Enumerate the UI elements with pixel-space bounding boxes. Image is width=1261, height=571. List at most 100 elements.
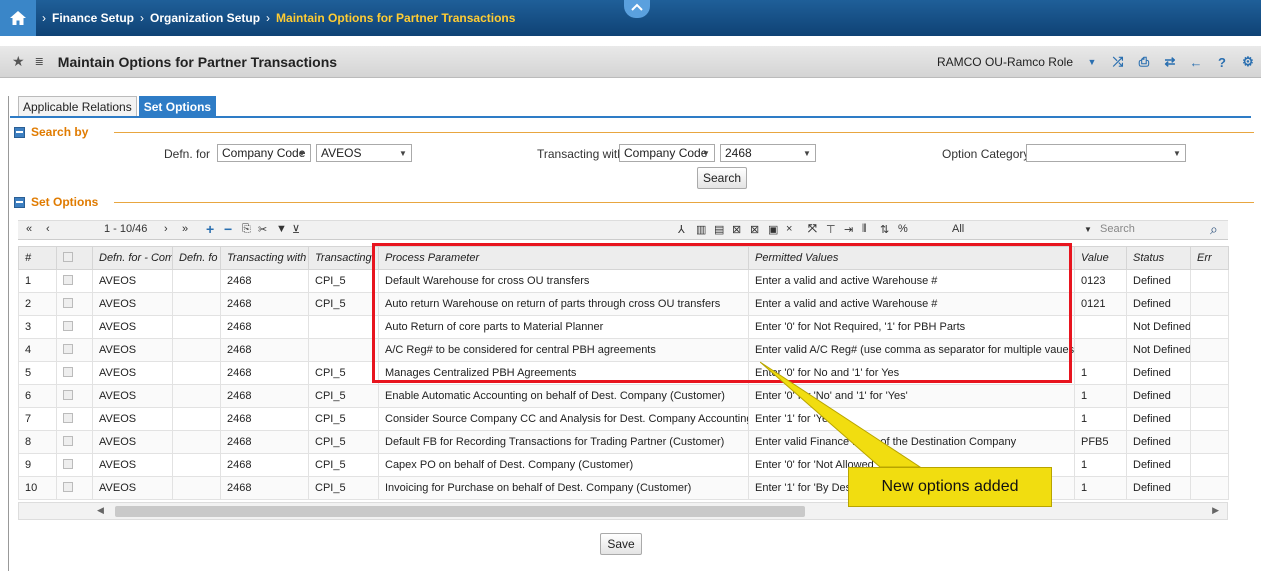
table-cell[interactable]: CPI_5 [308,453,379,477]
role-selector[interactable]: RAMCO OU-Ramco Role [937,55,1073,69]
table-cell[interactable]: 3 [18,315,57,339]
last-page-icon[interactable]: » [182,223,188,235]
excel-icon[interactable]: ⊠ [732,223,741,236]
table-cell[interactable] [1190,453,1229,477]
table-cell[interactable]: 2 [18,292,57,316]
chart-icon[interactable]: ▥ [696,223,706,236]
scroll-thumb[interactable] [115,506,805,517]
table-cell[interactable]: 10 [18,476,57,500]
collapse-icon[interactable] [14,126,25,138]
table-cell[interactable]: 5 [18,361,57,385]
cut-icon[interactable]: ✂ [258,223,267,236]
table-cell[interactable]: 2468 [220,430,309,454]
table-cell[interactable]: AVEOS [92,407,173,431]
table-cell[interactable]: CPI_5 [308,430,379,454]
row-checkbox[interactable] [63,481,73,492]
table-cell[interactable] [1190,315,1229,339]
table-cell[interactable]: CPI_5 [308,361,379,385]
table-cell[interactable]: 1 [1074,453,1127,477]
filter-value[interactable]: All [952,223,964,235]
row-checkbox[interactable] [63,297,73,308]
table-cell[interactable] [56,361,93,385]
database-icon[interactable]: ▤ [714,223,724,236]
chevron-down-icon[interactable]: ▼ [294,145,310,161]
chevron-down-icon[interactable]: ▼ [1084,225,1092,234]
table-cell[interactable]: Default FB for Recording Transactions fo… [378,430,749,454]
table-cell[interactable] [172,384,221,408]
table-cell[interactable]: 9 [18,453,57,477]
company-select[interactable]: AVEOS ▼ [316,144,412,162]
column-header[interactable]: Transacting with [220,246,309,270]
table-cell[interactable] [56,315,93,339]
transacting-select[interactable]: Company Code ▼ [619,144,715,162]
add-row-icon[interactable]: + [206,221,214,237]
row-checkbox[interactable] [63,343,73,354]
table-row[interactable]: 5 AVEOS 2468 CPI_5 Manages Centralized PBH A… [18,361,1229,385]
table-cell[interactable] [1190,430,1229,454]
table-cell[interactable] [56,292,93,316]
table-cell[interactable]: AVEOS [92,338,173,362]
table-cell[interactable]: Defined [1126,269,1191,293]
table-cell[interactable] [1190,361,1229,385]
table-cell[interactable]: CPI_5 [308,407,379,431]
table-cell[interactable] [172,269,221,293]
table-cell[interactable]: Enter valid A/C Reg# (use comma as separ… [748,338,1075,362]
table-cell[interactable]: Defined [1126,453,1191,477]
table-cell[interactable]: AVEOS [92,269,173,293]
table-cell[interactable]: 1 [1074,384,1127,408]
table-cell[interactable]: AVEOS [92,384,173,408]
table-cell[interactable]: 2468 [220,361,309,385]
table-cell[interactable]: 7 [18,407,57,431]
table-cell[interactable]: PFB5 [1074,430,1127,454]
sort-icon[interactable]: ⇅ [880,223,889,236]
grid-search-input[interactable]: Search [1100,223,1135,235]
table-cell[interactable] [308,315,379,339]
table-cell[interactable]: Defined [1126,361,1191,385]
column-header[interactable]: Value [1074,246,1127,270]
table-cell[interactable]: AVEOS [92,361,173,385]
chevron-down-icon[interactable]: ▼ [395,145,411,161]
table-cell[interactable]: 1 [1074,476,1127,500]
clear-filter-icon[interactable]: ⊻ [292,223,300,236]
table-row[interactable]: 8 AVEOS 2468 CPI_5 Default FB for Recording … [18,430,1229,454]
row-checkbox[interactable] [63,412,73,423]
table-cell[interactable] [172,292,221,316]
chevron-down-icon[interactable]: ▼ [698,145,714,161]
table-cell[interactable] [172,430,221,454]
next-page-icon[interactable]: › [164,223,168,235]
percent-icon[interactable]: % [898,223,908,235]
back-arrow-icon[interactable]: ← [1183,55,1209,70]
table-cell[interactable] [172,338,221,362]
table-cell[interactable]: Capex PO on behalf of Dest. Company (Cus… [378,453,749,477]
table-cell[interactable] [1190,338,1229,362]
help-icon[interactable]: ? [1209,55,1235,70]
table-cell[interactable]: Invoicing for Purchase on behalf of Dest… [378,476,749,500]
column-header[interactable] [56,246,93,270]
collapse-header-icon[interactable] [624,0,650,18]
table-row[interactable]: 4 AVEOS 2468 A/C Reg# to be considered for … [18,338,1229,362]
select-all-checkbox[interactable] [63,251,73,262]
table-cell[interactable]: Enter a valid and active Warehouse # [748,292,1075,316]
table-cell[interactable] [56,430,93,454]
table-cell[interactable]: 1 [1074,407,1127,431]
expand-icon[interactable]: ⤧ [808,223,817,236]
first-page-icon[interactable]: « [26,223,32,235]
delete-row-icon[interactable]: − [224,221,232,237]
save-button[interactable]: Save [600,533,642,555]
table-cell[interactable]: 4 [18,338,57,362]
option-category-select[interactable]: ▼ [1026,144,1186,162]
table-cell[interactable] [1190,407,1229,431]
table-cell[interactable]: Defined [1126,384,1191,408]
table-cell[interactable]: 2468 [220,453,309,477]
collapse-icon[interactable] [14,196,25,208]
table-cell[interactable]: Enter a valid and active Warehouse # [748,269,1075,293]
table-cell[interactable] [1190,292,1229,316]
tab-set-options[interactable]: Set Options [138,96,217,116]
table-cell[interactable]: AVEOS [92,476,173,500]
table-cell[interactable]: Not Defined [1126,315,1191,339]
table-cell[interactable]: AVEOS [92,292,173,316]
table-cell[interactable]: 2468 [220,315,309,339]
row-checkbox[interactable] [63,274,73,285]
table-cell[interactable] [56,269,93,293]
defn-for-select[interactable]: Company Code ▼ [217,144,311,162]
